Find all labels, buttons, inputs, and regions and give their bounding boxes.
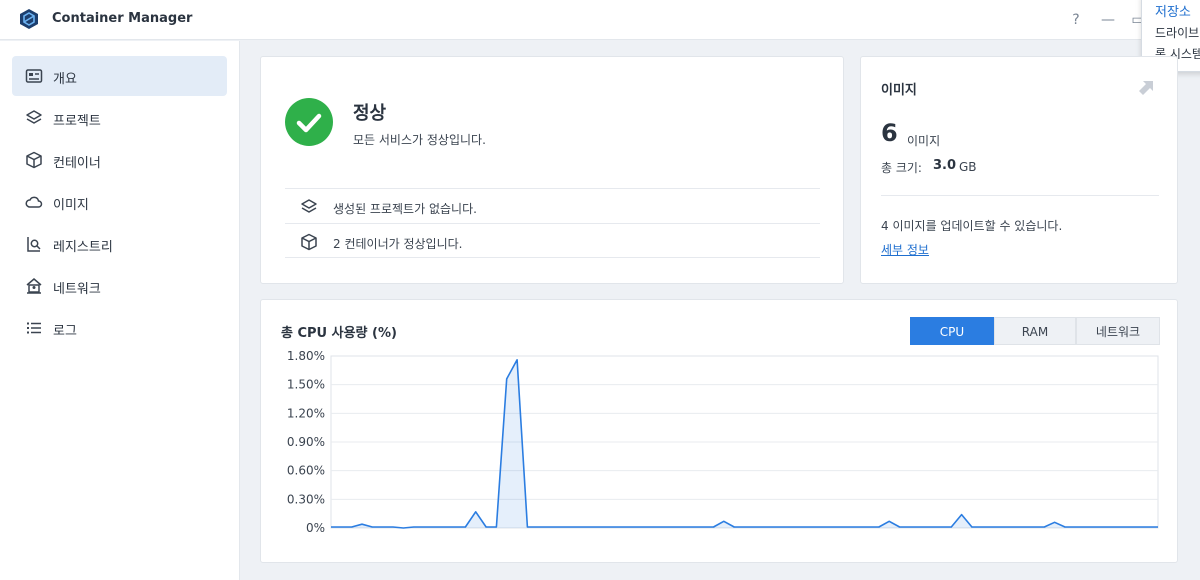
status-ok-badge (285, 98, 333, 146)
sidebar-item-overview[interactable]: 개요 (12, 56, 227, 96)
images-title: 이미지 (881, 83, 917, 98)
sidebar-item-label: 로그 (53, 324, 77, 339)
sidebar-item-label: 네트워크 (53, 282, 101, 297)
popover-line-1: 드라이브 (1155, 26, 1200, 40)
images-size-value: 3.0 (933, 158, 957, 173)
sidebar-item-container[interactable]: 컨테이너 (12, 140, 227, 180)
cloud-icon (25, 196, 43, 208)
layers-icon (301, 199, 317, 213)
sidebar-item-project[interactable]: 프로젝트 (12, 98, 227, 138)
sidebar-item-label: 개요 (53, 72, 77, 87)
images-size-unit: GB (959, 160, 977, 174)
list-icon (27, 322, 41, 334)
y-tick-label: 0.60% (287, 464, 325, 478)
sidebar-item-log[interactable]: 로그 (12, 308, 227, 348)
sidebar-item-label: 레지스트리 (53, 240, 113, 255)
overview-icon (25, 69, 43, 83)
sidebar-item-network[interactable]: 네트워크 (12, 266, 227, 306)
status-subtitle: 모든 서비스가 정상입니다. (353, 133, 486, 147)
y-tick-label: 0% (306, 521, 325, 535)
app-title: Container Manager (52, 11, 193, 26)
sidebar-item-label: 컨테이너 (53, 156, 101, 171)
images-count-label: 이미지 (907, 134, 941, 148)
y-tick-label: 1.80% (287, 349, 325, 363)
checkmark-icon (296, 113, 322, 133)
open-external-arrow-icon[interactable] (1139, 79, 1155, 95)
images-card: 이미지 6 이미지 총 크기: 3.0 GB 4 이미지를 업데이트할 수 있습… (860, 56, 1178, 284)
status-row-containers: 2 컨테이너가 정상입니다. (285, 223, 820, 258)
popover-title: 저장소 (1155, 5, 1191, 20)
registry-search-icon (27, 237, 41, 252)
status-card: 정상 모든 서비스가 정상입니다. 생성된 프로젝트가 없습니다. 2 컨테이너… (260, 56, 844, 284)
cube-icon (26, 151, 42, 169)
y-tick-label: 1.50% (287, 378, 325, 392)
status-row-text: 2 컨테이너가 정상입니다. (333, 237, 463, 251)
images-count: 6 (881, 119, 898, 147)
sidebar-item-image[interactable]: 이미지 (12, 182, 227, 222)
images-size-label: 총 크기: (881, 161, 922, 175)
images-details-link[interactable]: 세부 정보 (881, 241, 929, 258)
status-row-projects: 생성된 프로젝트가 없습니다. (285, 188, 820, 223)
minimize-button[interactable]: — (1098, 10, 1118, 30)
images-update-text: 4 이미지를 업데이트할 수 있습니다. (881, 219, 1063, 233)
y-tick-label: 0.30% (287, 492, 325, 506)
layers-icon (26, 110, 42, 124)
cpu-usage-card: 총 CPU 사용량 (%) CPU RAM 네트워크 1.80% 1.50% 1.2… (260, 299, 1178, 563)
sidebar-item-registry[interactable]: 레지스트리 (12, 224, 227, 264)
divider (881, 195, 1159, 196)
y-tick-label: 0.90% (287, 435, 325, 449)
network-house-icon (26, 278, 42, 294)
container-manager-logo-icon (20, 9, 38, 29)
sidebar-item-label: 프로젝트 (53, 114, 101, 129)
help-button[interactable]: ? (1066, 10, 1086, 30)
title-bar: Container Manager ? — ▭ (0, 0, 1200, 40)
cpu-usage-chart: 1.80% 1.50% 1.20% 0.90% 0.60% 0.30% 0% (287, 349, 1159, 535)
y-tick-label: 1.20% (287, 406, 325, 420)
status-row-text: 생성된 프로젝트가 없습니다. (333, 202, 477, 216)
status-title: 정상 (353, 103, 387, 124)
sidebar-item-label: 이미지 (53, 198, 89, 213)
sidebar: 개요 프로젝트 컨테이너 이미지 레지스트리 네트워크 로그 (0, 41, 240, 580)
cube-icon (301, 233, 317, 251)
